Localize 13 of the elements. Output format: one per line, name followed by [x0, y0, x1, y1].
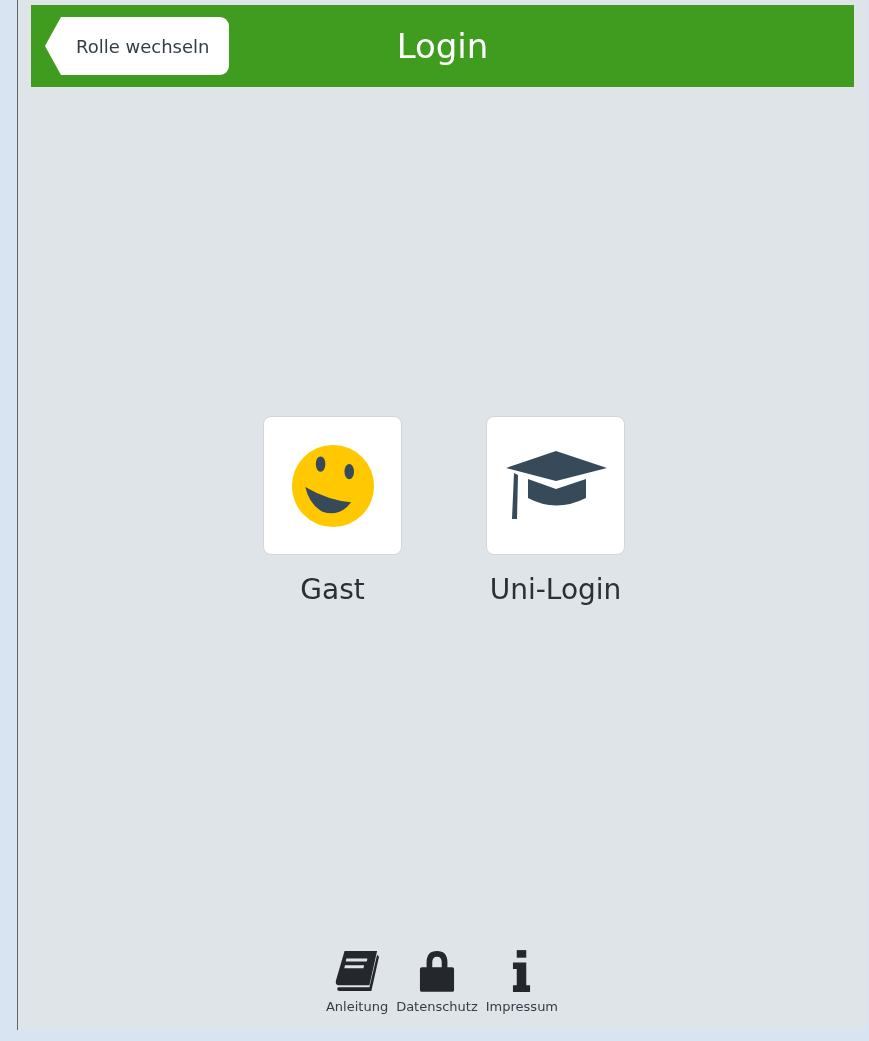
login-tile[interactable]	[486, 416, 625, 555]
lock-icon[interactable]	[418, 949, 455, 993]
book-icon[interactable]	[335, 949, 380, 993]
page-title: Login	[396, 26, 489, 66]
tile-label[interactable]: Uni-Login	[489, 573, 622, 606]
footer-link[interactable]: Datenschutz	[396, 999, 478, 1014]
login-tile[interactable]	[263, 416, 402, 555]
tile-label[interactable]: Gast	[300, 573, 365, 606]
footer-link[interactable]: Anleitung	[325, 999, 389, 1014]
back-button[interactable]: Rolle wechseln	[45, 17, 230, 75]
info-icon[interactable]	[512, 949, 532, 993]
smiley-icon	[289, 442, 376, 529]
footer-link[interactable]: Impressum	[485, 999, 559, 1014]
